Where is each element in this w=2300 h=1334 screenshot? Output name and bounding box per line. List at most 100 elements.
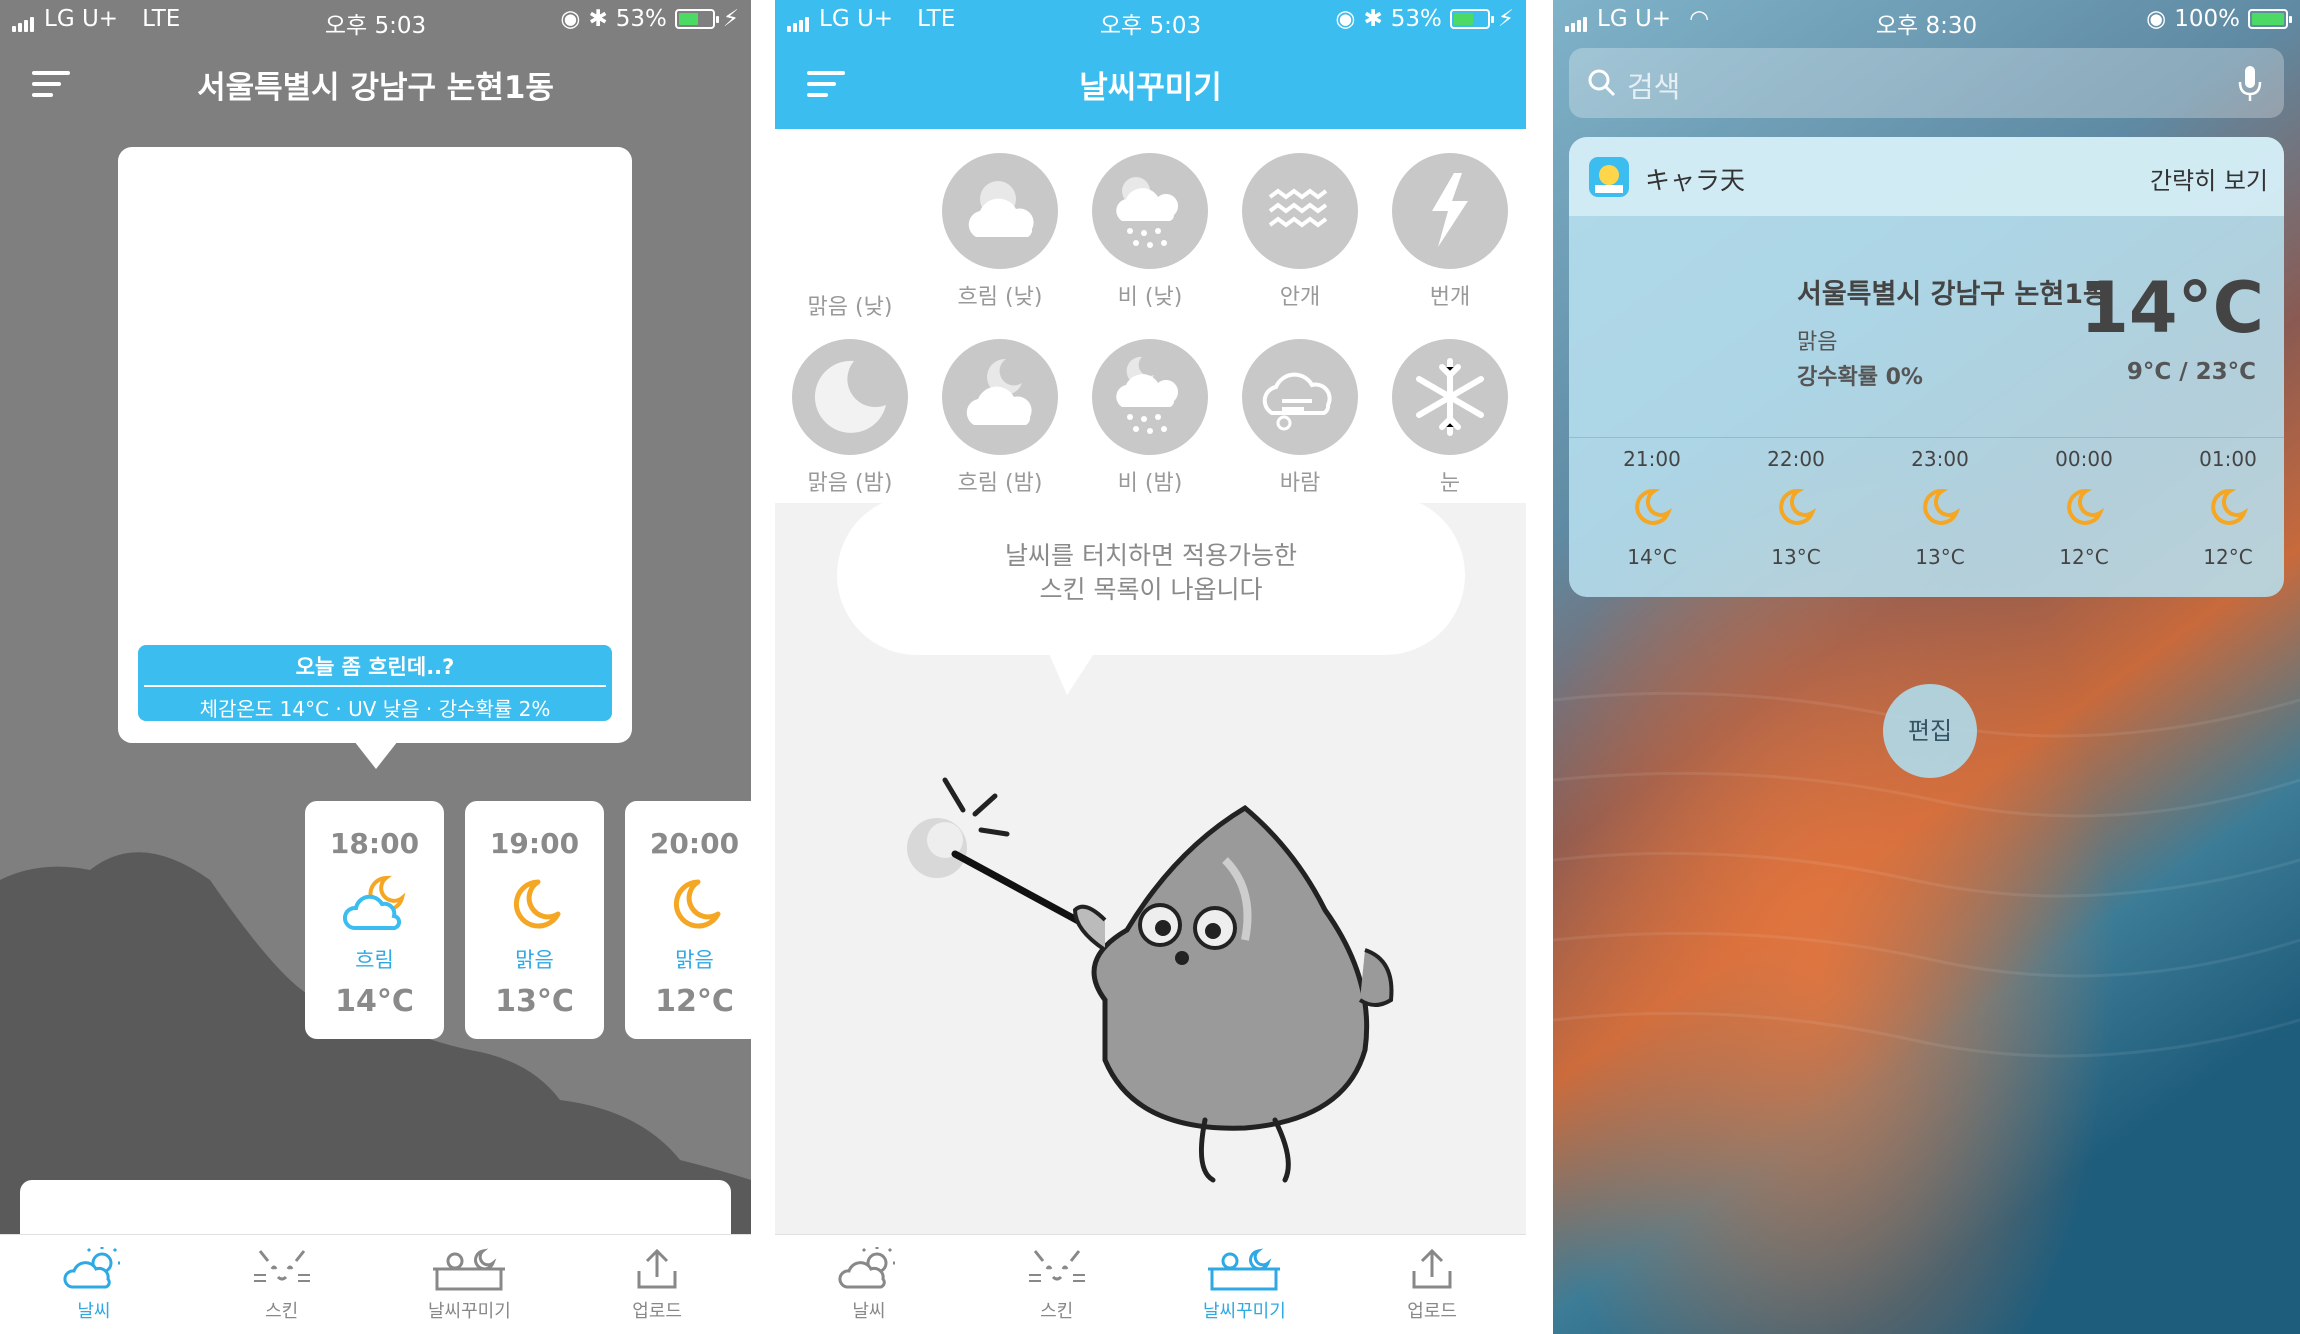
weather-message: 오늘 좀 흐린데..? 체감온도 14°C · UV 낮음 · 강수확률 2% <box>138 645 612 721</box>
moon-icon <box>625 870 751 944</box>
weather-type-label: 바람 <box>1279 471 1321 496</box>
weather-type-wind[interactable]: 바람 <box>1225 339 1375 497</box>
status-bar: LG U+ ◠ 오후 8:30 ◉ 100% <box>1553 0 2300 40</box>
character-bubble[interactable]: 오늘 좀 흐린데..? 체감온도 14°C · UV 낮음 · 강수확률 2% <box>118 147 632 769</box>
weather-type-label: 번개 <box>1429 285 1471 310</box>
message-title: 오늘 좀 흐린데..? <box>144 645 606 687</box>
hour-temp: 14°C <box>1627 545 1677 569</box>
charging-icon: ⚡ <box>1497 6 1514 32</box>
weather-type-rain-night[interactable]: 비 (밤) <box>1075 339 1225 497</box>
tab-label: 업로드 <box>1407 1301 1457 1322</box>
tab-label: 스킨 <box>265 1301 299 1322</box>
weather-type-clear-night[interactable]: 맑음 (밤) <box>775 339 925 497</box>
weather-type-rain-day[interactable]: 비 (낮) <box>1075 153 1225 311</box>
microphone-icon[interactable] <box>2238 66 2262 102</box>
hint-line: 스킨 목록이 나옵니다 <box>1039 575 1263 604</box>
battery-label: 53% <box>1390 6 1442 32</box>
hourly-card[interactable]: 19:00 맑음 13°C <box>465 801 604 1039</box>
tab-skin[interactable]: 스킨 <box>963 1235 1151 1334</box>
moon-icon <box>1741 471 1851 545</box>
bluetooth-icon: ✱ <box>588 6 608 32</box>
fog-icon <box>1242 153 1358 269</box>
moon-icon <box>1885 471 1995 545</box>
weather-type-label: 흐림 (밤) <box>957 471 1043 496</box>
widget-hour: 00:00 12°C <box>2029 447 2139 569</box>
hourly-card[interactable]: 18:00 흐림 14°C <box>305 801 444 1039</box>
tab-bar: 날씨 스킨 날씨꾸미기 업로드 <box>775 1234 1526 1334</box>
widget-range: 9°C / 23°C <box>2126 359 2256 385</box>
weather-type-label: 맑음 (밤) <box>807 471 893 496</box>
hour-time: 22:00 <box>1767 447 1825 471</box>
battery-icon <box>2248 9 2292 29</box>
message-detail: 체감온도 14°C · UV 낮음 · 강수확률 2% <box>199 697 551 721</box>
weather-type-lightning[interactable]: 번개 <box>1375 153 1525 311</box>
cat-face-icon <box>1028 1250 1085 1282</box>
hour-temp: 12°C <box>2059 545 2109 569</box>
weather-decorate-icon <box>433 1248 506 1291</box>
bluetooth-icon: ✱ <box>1363 6 1383 32</box>
hour-time: 20:00 <box>649 827 740 860</box>
widget-header: キャラ天 간략히 보기 <box>1569 137 2284 216</box>
wind-icon <box>1242 339 1358 455</box>
weather-type-cloudy-night[interactable]: 흐림 (밤) <box>925 339 1075 497</box>
hour-time: 18:00 <box>329 827 420 860</box>
weather-widget[interactable]: キャラ天 간략히 보기 서울특별시 강남구 논현1동 맑음 강수확률 0% 14… <box>1569 137 2284 597</box>
moon-cloud-icon <box>942 339 1058 455</box>
hour-time: 01:00 <box>2199 447 2257 471</box>
lightning-icon <box>1392 153 1508 269</box>
weather-type-grid: 맑음 (낮) 흐림 (낮) 비 (낮) 안개 번개 맑음 (밤) 흐림 (밤) <box>775 129 1526 503</box>
moon-icon <box>465 870 604 944</box>
weather-type-sunny-day[interactable]: 맑음 (낮) <box>775 279 925 321</box>
widget-hour: 23:00 13°C <box>1885 447 1995 569</box>
weather-icon <box>63 1247 120 1289</box>
weather-type-fog[interactable]: 안개 <box>1225 153 1375 311</box>
upload-icon <box>1412 1248 1452 1289</box>
tab-label: 날씨 <box>852 1301 886 1322</box>
widget-temp: 14°C <box>2080 267 2264 349</box>
edit-button[interactable]: 편집 <box>1883 684 1977 778</box>
weather-type-label: 눈 <box>1439 471 1461 496</box>
tab-skin[interactable]: 스킨 <box>188 1235 376 1334</box>
tab-weather[interactable]: 날씨 <box>775 1235 963 1334</box>
hourly-card[interactable]: 20:00 맑음 12°C <box>625 801 751 1039</box>
hour-time: 23:00 <box>1911 447 1969 471</box>
hour-desc: 흐림 <box>355 948 394 972</box>
tab-upload[interactable]: 업로드 <box>563 1235 751 1334</box>
tab-decorate[interactable]: 날씨꾸미기 <box>376 1235 564 1334</box>
search-field[interactable]: 검색 <box>1569 48 2284 118</box>
weather-type-label: 맑음 (낮) <box>807 295 893 320</box>
hour-desc: 맑음 <box>515 948 554 972</box>
tab-label: 업로드 <box>632 1301 682 1322</box>
tab-label: 날씨꾸미기 <box>1202 1301 1286 1322</box>
charging-icon: ⚡ <box>722 6 739 32</box>
weather-type-cloudy-day[interactable]: 흐림 (낮) <box>925 153 1075 311</box>
moon-icon <box>1597 471 1707 545</box>
divider <box>1569 437 2284 438</box>
moon-icon <box>2029 471 2139 545</box>
hour-temp: 12°C <box>655 984 734 1019</box>
hour-temp: 13°C <box>1771 545 1821 569</box>
hour-time: 00:00 <box>2055 447 2113 471</box>
hour-temp: 14°C <box>335 984 414 1019</box>
moon-icon <box>792 339 908 455</box>
header: LG U+ LTE 오후 5:03 ◉ ✱ 53% ⚡ 날씨꾸미기 <box>775 0 1526 129</box>
detail-panel[interactable] <box>20 1180 731 1240</box>
moon-rain-icon <box>1092 339 1208 455</box>
moon-icon <box>2173 471 2283 545</box>
orientation-lock-icon: ◉ <box>560 6 581 32</box>
tab-weather[interactable]: 날씨 <box>0 1235 188 1334</box>
weather-type-label: 비 (낮) <box>1117 285 1183 310</box>
show-less-button[interactable]: 간략히 보기 <box>2150 161 2268 196</box>
weather-type-label: 안개 <box>1279 285 1321 310</box>
tab-decorate[interactable]: 날씨꾸미기 <box>1151 1235 1339 1334</box>
tab-bar: 날씨 스킨 날씨꾸미기 업로드 <box>0 1234 751 1334</box>
weather-screen: LG U+ LTE 오후 5:03 ◉ ✱ 53% ⚡ 서울특별시 강남구 논현1동 오… <box>0 0 751 1334</box>
app-name: キャラ天 <box>1645 166 1746 195</box>
tab-upload[interactable]: 업로드 <box>1338 1235 1526 1334</box>
app-icon <box>1589 157 1629 197</box>
weather-type-snow[interactable]: 눈 <box>1375 339 1525 497</box>
decorate-screen: LG U+ LTE 오후 5:03 ◉ ✱ 53% ⚡ 날씨꾸미기 맑음 (낮) 흐림 … <box>775 0 1526 1334</box>
weather-icon <box>838 1247 895 1289</box>
weather-decorate-icon <box>1208 1248 1281 1291</box>
battery-label: 100% <box>2174 6 2240 32</box>
